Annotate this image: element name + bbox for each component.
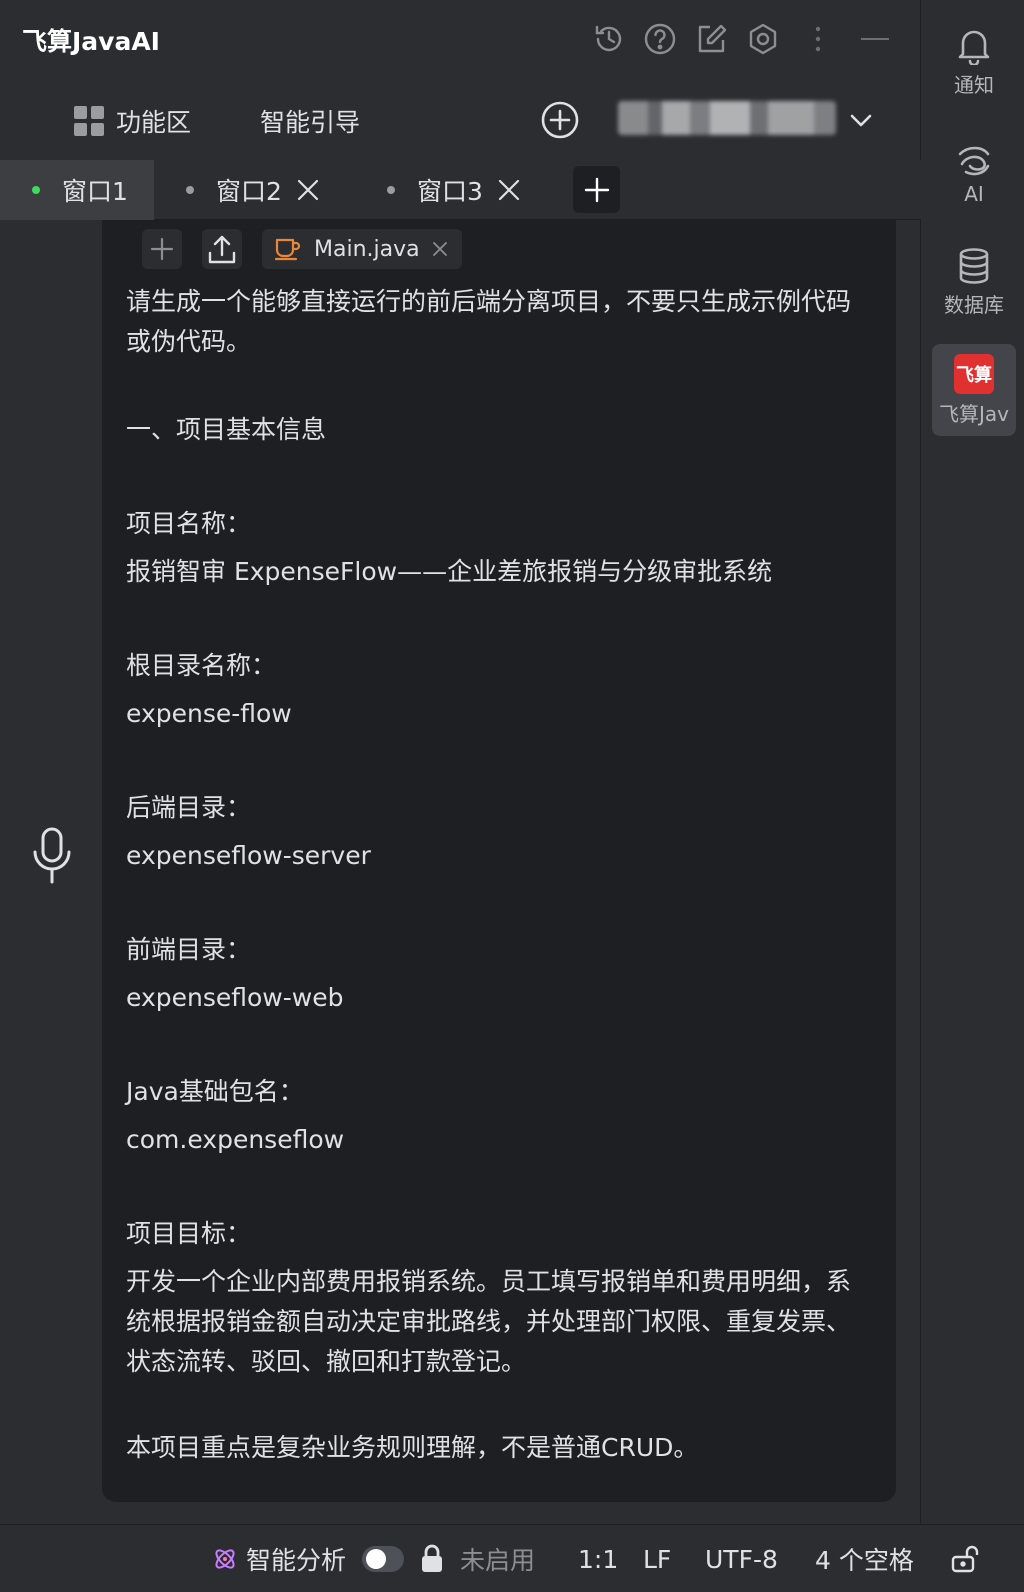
edit-icon[interactable] <box>692 20 730 58</box>
status-bar: 智能分析 未启用 1:1 LF UTF-8 4 个空格 <box>0 1524 1024 1592</box>
right-sidebar: 通知 AI 数据库 飞算 飞算Jav <box>922 0 1024 1524</box>
remove-file-icon[interactable] <box>432 241 448 257</box>
tab-label: 窗口2 <box>216 177 282 206</box>
dot-icon <box>186 186 194 194</box>
message-line: 一、项目基本信息 <box>126 415 327 444</box>
sidebar-item-label: AI <box>964 182 984 206</box>
bell-icon <box>958 30 990 65</box>
tab-label: 窗口3 <box>417 177 483 206</box>
model-selector-blurred[interactable] <box>618 101 836 135</box>
chevron-down-icon[interactable] <box>848 108 874 134</box>
main-panel: 飞算JavaAI 功能区 智能引导 窗口1 窗口2 窗口3 Main.java … <box>0 0 921 1524</box>
grid-icon <box>74 106 104 136</box>
message-line: expenseflow-web <box>126 983 344 1012</box>
minimize-icon[interactable] <box>860 20 890 58</box>
sidebar-item-label: 数据库 <box>944 292 1004 317</box>
function-area-label: 功能区 <box>116 108 192 137</box>
message-line: 报销智审 ExpenseFlow——企业差旅报销与分级审批系统 <box>126 557 773 586</box>
file-encoding[interactable]: UTF-8 <box>705 1541 778 1577</box>
message-line: com.expenseflow <box>126 1125 345 1154</box>
microphone-icon <box>33 827 71 884</box>
plus-icon <box>584 177 609 202</box>
tab-label: 窗口1 <box>62 177 128 206</box>
tab-window-1[interactable]: 窗口1 <box>0 160 154 220</box>
settings-icon[interactable] <box>744 20 782 58</box>
message-line: 项目目标： <box>126 1219 252 1248</box>
message-line: 请生成一个能够直接运行的前后端分离项目，不要只生成示例代码或伪代码。 <box>126 287 852 356</box>
tab-bar: 窗口1 窗口2 窗口3 <box>0 160 921 220</box>
more-options-icon[interactable] <box>808 20 828 58</box>
message-line: 开发一个企业内部费用报销系统。员工填写报销单和费用明细，系统根据报销金额自动决定… <box>126 1267 852 1376</box>
plus-circle-icon <box>541 101 579 139</box>
database-icon <box>959 247 989 284</box>
sidebar-item-ai[interactable]: AI <box>932 128 1016 220</box>
smart-analysis-label: 智能分析 <box>246 1546 347 1575</box>
add-tab-button[interactable] <box>573 166 620 213</box>
plus-icon <box>150 237 174 261</box>
close-icon[interactable] <box>296 178 320 202</box>
sidebar-item-notifications[interactable]: 通知 <box>932 16 1016 108</box>
atom-icon <box>215 1549 235 1569</box>
active-dot-icon <box>32 186 40 194</box>
sidebar-item-label: 通知 <box>954 72 994 97</box>
add-context-button[interactable] <box>142 229 182 269</box>
message-line: expense-flow <box>126 699 292 728</box>
tab-window-2[interactable]: 窗口2 <box>186 160 346 220</box>
file-name: Main.java <box>314 236 420 262</box>
microphone-button[interactable] <box>30 826 74 886</box>
history-icon[interactable] <box>590 20 628 58</box>
sidebar-item-feisuan[interactable]: 飞算 飞算Jav <box>932 344 1016 436</box>
indent-setting[interactable]: 4 个空格 <box>815 1541 914 1577</box>
cursor-position[interactable]: 1:1 <box>578 1541 618 1577</box>
message-line: 本项目重点是复杂业务规则理解，不是普通CRUD。 <box>126 1433 699 1462</box>
message-line: 根目录名称： <box>126 651 277 680</box>
smart-analysis-switch[interactable] <box>362 1541 404 1577</box>
file-chip[interactable]: Main.java <box>262 229 462 269</box>
smart-analysis-toggle[interactable]: 智能分析 <box>212 1541 346 1577</box>
toggle-switch[interactable] <box>362 1546 404 1572</box>
message-line: 后端目录： <box>126 793 252 822</box>
java-file-icon <box>274 238 301 261</box>
disabled-label: 未启用 <box>460 1546 536 1575</box>
app-title: 飞算JavaAI <box>22 27 160 56</box>
title-bar: 飞算JavaAI <box>0 0 921 78</box>
upload-icon <box>208 235 236 264</box>
line-ending[interactable]: LF <box>643 1541 671 1577</box>
function-area-button[interactable]: 功能区 <box>74 100 191 142</box>
feisuan-logo-icon: 飞算 <box>954 353 994 394</box>
lock-icon <box>420 1541 444 1577</box>
help-icon[interactable] <box>641 20 679 58</box>
sidebar-item-database[interactable]: 数据库 <box>932 236 1016 328</box>
upload-button[interactable] <box>202 229 242 269</box>
dot-icon <box>387 186 395 194</box>
tab-window-3[interactable]: 窗口3 <box>387 160 547 220</box>
message-line: 前端目录： <box>126 935 252 964</box>
sidebar-item-label: 飞算Jav <box>939 401 1009 426</box>
ai-icon <box>958 146 990 176</box>
message-line: Java基础包名： <box>126 1077 304 1106</box>
message-line: expenseflow-server <box>126 841 371 870</box>
new-chat-button[interactable] <box>540 100 580 140</box>
attachment-row: Main.java <box>142 228 462 270</box>
app-window: 飞算JavaAI 功能区 智能引导 窗口1 窗口2 窗口3 Main.java … <box>0 0 1024 1592</box>
smart-guide-button[interactable]: 智能引导 <box>260 100 360 142</box>
message-line: 项目名称： <box>126 509 252 538</box>
unlock-icon[interactable] <box>950 1541 980 1577</box>
close-icon[interactable] <box>497 178 521 202</box>
message-text: 请生成一个能够直接运行的前后端分离项目，不要只生成示例代码或伪代码。 一、项目基… <box>126 282 866 1468</box>
